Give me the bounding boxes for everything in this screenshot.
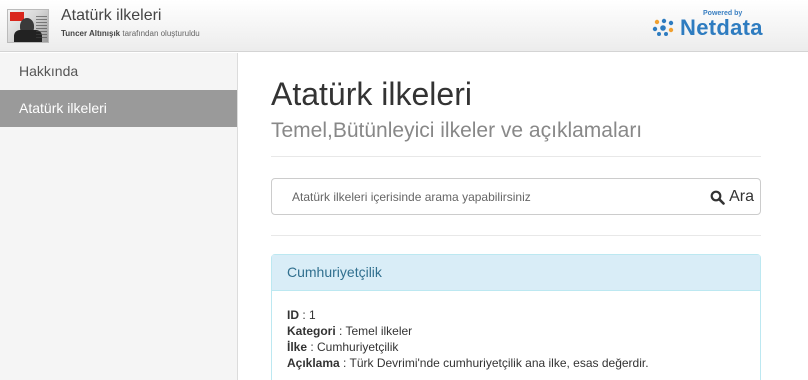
app-logo[interactable] <box>7 9 49 43</box>
search-icon <box>710 190 725 205</box>
divider <box>271 156 761 157</box>
field-ilke: İlke : Cumhuriyetçilik <box>287 340 399 354</box>
panel-body: ID : 1 Kategori : Temel ilkeler İlke : C… <box>272 291 760 371</box>
netdata-brand: Netdata <box>680 15 763 40</box>
panel-heading: Cumhuriyetçilik <box>272 255 760 291</box>
top-bar: Atatürk ilkeleri Tuncer Altınışık tarafı… <box>0 0 808 52</box>
powered-by-netdata[interactable]: Powered by Netdata <box>651 10 791 42</box>
subtitle-text: tarafından oluşturuldu <box>122 29 200 38</box>
author-name: Tuncer Altınışık <box>61 29 121 38</box>
page-title: Atatürk ilkeleri <box>271 76 472 112</box>
app-title[interactable]: Atatürk ilkeleri <box>61 7 161 25</box>
netdata-gear-icon <box>652 18 674 36</box>
sidebar-item-ataturk-ilkeleri[interactable]: Atatürk ilkeleri <box>0 90 237 127</box>
search-input[interactable] <box>272 179 692 214</box>
app-subtitle: Tuncer Altınışık tarafından oluşturuldu <box>61 29 200 38</box>
divider <box>271 235 761 236</box>
search-button-label: Ara <box>729 188 754 205</box>
field-aciklama: Açıklama : Türk Devrimi'nde cumhuriyetçi… <box>287 356 649 370</box>
field-id: ID : 1 <box>287 308 316 322</box>
search-button[interactable]: Ara <box>710 187 754 207</box>
sidebar-item-hakkinda[interactable]: Hakkında <box>0 53 237 90</box>
sidebar: Hakkında Atatürk ilkeleri <box>0 53 238 380</box>
principle-panel: Cumhuriyetçilik ID : 1 Kategori : Temel … <box>271 254 761 380</box>
field-kategori: Kategori : Temel ilkeler <box>287 324 413 338</box>
search-box: Ara <box>271 178 761 215</box>
page-subtitle: Temel,Bütünleyici ilkeler ve açıklamalar… <box>271 119 643 142</box>
